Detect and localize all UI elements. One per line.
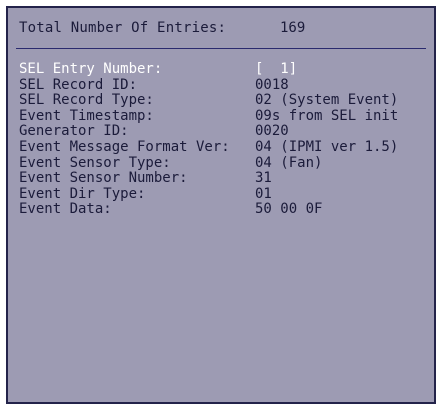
- generator-id-row: Generator ID: 0020: [19, 124, 426, 140]
- event-timestamp-value: 09s from SEL init: [255, 107, 399, 124]
- event-sensor-number-label: Event Sensor Number:: [19, 170, 188, 187]
- event-timestamp-row: Event Timestamp: 09s from SEL init: [19, 107, 426, 125]
- event-data-label: Event Data:: [19, 201, 112, 218]
- header-divider: [16, 48, 426, 49]
- event-dir-type-row: Event Dir Type: 01: [19, 185, 426, 203]
- sel-entry-panel: Total Number Of Entries: 169 SEL Entry N…: [6, 6, 436, 404]
- event-sensor-type-value: 04 (Fan): [255, 154, 323, 171]
- generator-id-label: Generator ID:: [19, 123, 129, 140]
- sel-record-id-row: SEL Record ID: 0018: [19, 76, 426, 94]
- event-message-format-row: Event Message Format Ver: 04 (IPMI ver 1…: [19, 138, 426, 156]
- event-timestamp-label: Event Timestamp:: [19, 107, 154, 124]
- total-entries-row: Total Number Of Entries: 169: [8, 8, 434, 44]
- sel-entry-number-value[interactable]: [ 1]: [255, 61, 297, 78]
- event-data-row: Event Data: 50 00 0F: [19, 202, 426, 218]
- generator-id-value: 0020: [255, 123, 289, 140]
- sel-record-id-value: 0018: [255, 76, 289, 93]
- event-dir-type-label: Event Dir Type:: [19, 185, 146, 202]
- sel-entry-list: SEL Entry Number: [ 1] SEL Record ID: 00…: [19, 61, 426, 218]
- sel-record-type-row: SEL Record Type: 02 (System Event): [19, 93, 426, 109]
- event-sensor-number-value: 31: [255, 170, 272, 187]
- event-sensor-number-row: Event Sensor Number: 31: [19, 171, 426, 187]
- event-message-format-label: Event Message Format Ver:: [19, 138, 230, 155]
- event-sensor-type-row: Event Sensor Type: 04 (Fan): [19, 154, 426, 172]
- event-dir-type-value: 01: [255, 185, 272, 202]
- sel-record-type-value: 02 (System Event): [255, 92, 399, 109]
- sel-entry-number-label: SEL Entry Number:: [19, 61, 163, 77]
- event-message-format-value: 04 (IPMI ver 1.5): [255, 138, 399, 155]
- sel-entry-number-row[interactable]: SEL Entry Number: [ 1]: [19, 61, 426, 78]
- sel-record-type-label: SEL Record Type:: [19, 92, 154, 109]
- total-entries-label: Total Number Of Entries:: [19, 20, 227, 36]
- total-entries-value: 169: [280, 20, 306, 36]
- event-data-value: 50 00 0F: [255, 201, 323, 218]
- sel-record-id-label: SEL Record ID:: [19, 76, 138, 93]
- event-sensor-type-label: Event Sensor Type:: [19, 154, 171, 171]
